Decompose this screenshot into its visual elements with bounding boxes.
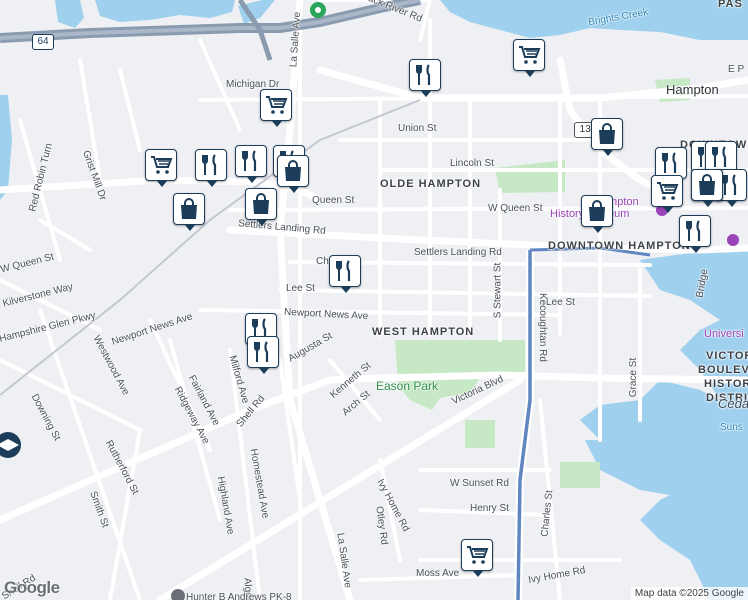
- street-label: Queen St: [312, 195, 355, 206]
- interstate-64-shield: 64: [32, 34, 54, 50]
- street-label: S Stewart St: [492, 262, 504, 319]
- map-pin-restaurant[interactable]: [235, 145, 267, 183]
- restaurant-fork-knife-icon: [251, 340, 275, 364]
- map-pin-grocery[interactable]: [513, 39, 545, 77]
- map-pin-grocery[interactable]: [461, 539, 493, 577]
- park-label: Eason Park: [376, 379, 439, 393]
- district-label: PAS: [718, 0, 743, 10]
- street-label: W Queen St: [488, 203, 543, 214]
- map-pin-restaurant[interactable]: [329, 255, 361, 293]
- map-pin-shopping[interactable]: [591, 118, 623, 156]
- map-pin-restaurant[interactable]: [247, 336, 279, 374]
- district-label: BOULEVARD: [698, 364, 748, 376]
- map-pin-shopping[interactable]: [691, 169, 723, 207]
- grocery-cart-icon: [149, 153, 173, 177]
- street-label: Lee St: [286, 283, 315, 294]
- restaurant-fork-knife-icon: [413, 63, 437, 87]
- shopping-bag-icon: [177, 197, 201, 221]
- map-pin-restaurant[interactable]: [195, 149, 227, 187]
- street-label: Union St: [398, 123, 437, 134]
- street-label: E P: [728, 64, 745, 75]
- restaurant-fork-knife-icon: [683, 219, 707, 243]
- water-label: Suns: [720, 422, 743, 433]
- map-pin-grocery[interactable]: [145, 149, 177, 187]
- shopping-bag-icon: [595, 122, 619, 146]
- grocery-cart-icon: [517, 43, 541, 67]
- restaurant-fork-knife-icon: [659, 151, 683, 175]
- street-label: Lincoln St: [450, 158, 494, 169]
- water-label: Cedar: [718, 396, 748, 411]
- map-attribution[interactable]: Map data ©2025 Google: [630, 587, 748, 600]
- shopping-bag-icon: [585, 199, 609, 223]
- shopping-bag-icon: [281, 159, 305, 183]
- street-label: Henry St: [470, 503, 509, 514]
- shopping-bag-icon: [695, 173, 719, 197]
- shopping-bag-icon: [249, 192, 273, 216]
- university-label: Universi: [704, 328, 744, 340]
- grocery-cart-icon: [655, 179, 679, 203]
- restaurant-fork-knife-icon: [709, 145, 733, 169]
- district-label: DOWNTOWN HAMPTON: [548, 240, 691, 252]
- district-label: HISTORIC: [704, 378, 748, 390]
- map-pin-shopping[interactable]: [277, 155, 309, 193]
- map-pin-shopping[interactable]: [581, 195, 613, 233]
- map-pin-grocery[interactable]: [651, 175, 683, 213]
- street-label: Lee St: [546, 297, 575, 308]
- street-label: W Sunset Rd: [450, 478, 509, 489]
- map-pin-shopping[interactable]: [245, 188, 277, 226]
- district-label: OLDE HAMPTON: [380, 178, 482, 190]
- restaurant-fork-knife-icon: [199, 153, 223, 177]
- restaurant-fork-knife-icon: [333, 259, 357, 283]
- grocery-cart-icon: [264, 93, 288, 117]
- street-label: Moss Ave: [416, 568, 460, 579]
- map-pin-restaurant[interactable]: [409, 59, 441, 97]
- map-pin-restaurant[interactable]: [679, 215, 711, 253]
- district-label: WEST HAMPTON: [372, 326, 475, 338]
- district-label: VICTORIA: [706, 350, 748, 362]
- map-canvas[interactable]: 64 134 Back River Rd La Salle Ave Michig…: [0, 0, 748, 600]
- street-label: Settlers Landing Rd: [414, 247, 502, 258]
- map-pin-shopping[interactable]: [173, 193, 205, 231]
- grocery-cart-icon: [465, 543, 489, 567]
- poi-label: Hunter B Andrews PK-8: [186, 592, 292, 600]
- restaurant-fork-knife-icon: [239, 149, 263, 173]
- city-label: Hampton: [666, 82, 719, 97]
- google-logo: Google: [4, 578, 60, 597]
- street-label: Kecoughtan Rd: [536, 293, 548, 362]
- map-pin-grocery[interactable]: [260, 89, 292, 127]
- street-label: Grace St: [628, 357, 640, 398]
